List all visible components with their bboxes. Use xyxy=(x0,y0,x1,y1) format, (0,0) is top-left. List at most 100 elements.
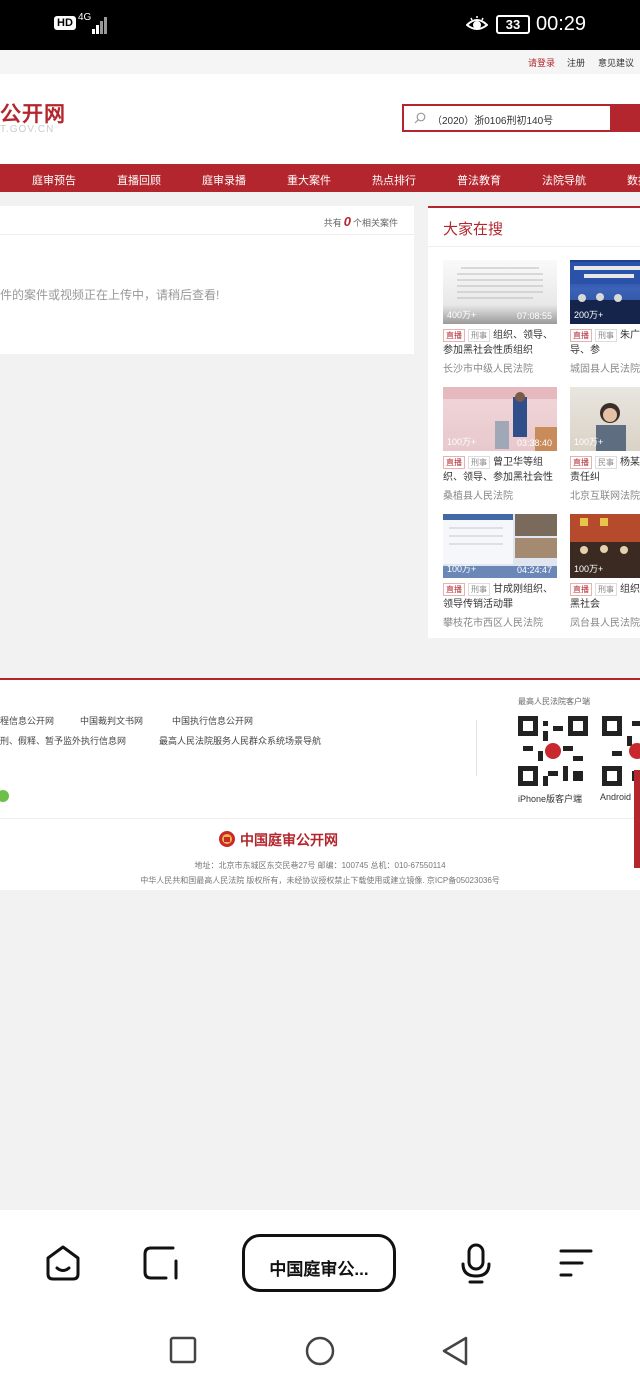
eye-comfort-icon xyxy=(466,16,488,30)
address-bar-title: 中国庭审公... xyxy=(269,1260,369,1279)
footer-link[interactable]: 中国裁判文书网 xyxy=(80,714,143,727)
card-meta: 直播刑事组织导、参加黑社会 xyxy=(570,582,640,612)
recent-apps-icon[interactable] xyxy=(169,1336,197,1364)
video-thumbnail[interactable]: 100万+ 03:38:40 xyxy=(443,387,557,451)
tabs-icon[interactable] xyxy=(142,1245,180,1281)
nav-item-live-review[interactable]: 直播回顾 xyxy=(117,172,161,188)
result-count-number: 0 xyxy=(343,214,351,229)
category-tag: 刑事 xyxy=(468,329,490,342)
main-nav: 庭审预告 直播回顾 庭审录播 重大案件 热点排行 普法教育 法院导航 数据 xyxy=(0,164,640,192)
browser-toolbar: 中国庭审公... xyxy=(0,1210,640,1314)
nav-item-legal-education[interactable]: 普法教育 xyxy=(457,172,501,188)
card-meta: 直播 刑事 甘成刚组织、领导传销活动罪 xyxy=(443,582,557,612)
card-meta: 直播刑事朱广组织、领导、参 xyxy=(570,328,640,358)
search-input[interactable] xyxy=(432,110,607,128)
court-name: 桑植县人民法院 xyxy=(443,491,513,502)
view-count: 400万+ xyxy=(447,310,477,320)
nav-item-trial-preview[interactable]: 庭审预告 xyxy=(32,172,76,188)
video-card[interactable]: 200万+ 直播刑事朱广组织、领导、参 城固县人民法院 xyxy=(570,260,640,385)
divider xyxy=(0,818,640,819)
iphone-client-label: iPhone版客户端 xyxy=(518,794,583,804)
video-thumbnail[interactable]: 400万+ 07:08:55 xyxy=(443,260,557,324)
top-links: 请登录 注册 意见建议 xyxy=(0,50,640,74)
search-icon xyxy=(414,112,426,124)
divider xyxy=(0,234,414,235)
court-name: 城固县人民法院 xyxy=(570,364,640,375)
wechat-icon[interactable] xyxy=(0,788,10,804)
live-tag: 直播 xyxy=(443,456,465,469)
signal-icon xyxy=(92,14,110,34)
national-emblem-icon xyxy=(219,831,235,847)
network-indicator: 4G xyxy=(78,12,92,23)
site-footer: 程信息公开网 中国裁判文书网 中国执行信息公开网 刑、假释、暂予监外执行信息网 … xyxy=(0,678,640,890)
android-client-label: Android xyxy=(600,792,632,802)
home-icon[interactable] xyxy=(44,1244,82,1282)
login-link[interactable]: 请登录 xyxy=(528,56,555,69)
site-logo-domain: T.GOV.CN xyxy=(0,124,55,135)
video-card[interactable]: 400万+ 07:08:55 直播 刑事 组织、领导、参加黑社会性质组织 长沙市中级… xyxy=(443,260,557,385)
duration: 04:24:47 xyxy=(516,565,552,575)
video-thumbnail[interactable]: 100万+ xyxy=(570,514,640,578)
video-card[interactable]: 100万+ 03:38:40 直播 刑事 曾卫华等组织、领导、参加黑社会性 桑植县人… xyxy=(443,387,557,512)
video-card[interactable]: 100万+ 04:24:47 直播 刑事 甘成刚组织、领导传销活动罪 攀枝花市西区人… xyxy=(443,514,557,639)
court-name: 长沙市中级人民法院 xyxy=(443,364,533,375)
microphone-icon[interactable] xyxy=(458,1242,494,1284)
search-result-panel: 共有 0 个相关案件 件的案件或视频正在上传中，请稍后查看! xyxy=(0,206,414,354)
footer-link[interactable]: 最高人民法院服务人民群众系统场景导航 xyxy=(159,734,321,747)
live-tag: 直播 xyxy=(443,329,465,342)
footer-link[interactable]: 刑、假释、暂予监外执行信息网 xyxy=(0,734,126,747)
nav-item-data[interactable]: 数据 xyxy=(627,172,640,188)
nav-item-hot-ranking[interactable]: 热点排行 xyxy=(372,172,416,188)
live-tag: 直播 xyxy=(570,583,592,596)
qr-title: 最高人民法院客户端 xyxy=(518,697,590,706)
footer-address: 地址：北京市东城区东交民巷27号 邮编：100745 总机：010-675501… xyxy=(194,861,446,870)
clock: 00:29 xyxy=(536,13,587,35)
card-meta: 直播民事杨某网络侵权责任纠 xyxy=(570,455,640,485)
search-box[interactable] xyxy=(402,104,612,132)
empty-message: 件的案件或视频正在上传中，请稍后查看! xyxy=(0,288,220,302)
category-tag: 刑事 xyxy=(595,329,617,342)
status-bar: HD 4G 33 00:29 xyxy=(0,0,640,50)
court-name: 攀枝花市西区人民法院 xyxy=(443,618,543,629)
live-tag: 直播 xyxy=(570,456,592,469)
live-tag: 直播 xyxy=(443,583,465,596)
iphone-qr-code[interactable] xyxy=(518,716,588,786)
search-button[interactable] xyxy=(612,104,640,132)
category-tag: 民事 xyxy=(595,456,617,469)
nav-item-court-navigation[interactable]: 法院导航 xyxy=(542,172,586,188)
court-name: 北京互联网法院 xyxy=(570,491,640,502)
home-circle-icon[interactable] xyxy=(304,1335,336,1367)
view-count: 100万+ xyxy=(574,564,604,574)
result-count: 共有 0 个相关案件 xyxy=(323,214,398,229)
live-tag: 直播 xyxy=(570,329,592,342)
back-icon[interactable] xyxy=(440,1335,470,1367)
view-count: 100万+ xyxy=(447,564,477,574)
popular-title: 大家在搜 xyxy=(443,221,504,238)
view-count: 100万+ xyxy=(447,437,477,447)
menu-icon[interactable] xyxy=(558,1247,594,1279)
video-thumbnail[interactable]: 200万+ xyxy=(570,260,640,324)
view-count: 100万+ xyxy=(574,437,604,447)
battery-icon: 33 xyxy=(496,15,530,34)
floating-side-tab[interactable] xyxy=(634,770,640,868)
divider xyxy=(476,720,477,776)
video-thumbnail[interactable]: 100万+ 04:24:47 xyxy=(443,514,557,578)
popular-searches-panel: 大家在搜 400万+ 07:08:55 直播 刑事 组织、领导、参加黑社会性质组织 … xyxy=(428,206,640,638)
category-tag: 刑事 xyxy=(595,583,617,596)
nav-item-major-cases[interactable]: 重大案件 xyxy=(287,172,331,188)
category-tag: 刑事 xyxy=(468,456,490,469)
footer-link[interactable]: 中国执行信息公开网 xyxy=(172,714,253,727)
nav-item-trial-recording[interactable]: 庭审录播 xyxy=(202,172,246,188)
video-card[interactable]: 100万+ 直播民事杨某网络侵权责任纠 北京互联网法院 xyxy=(570,387,640,512)
view-count: 200万+ xyxy=(574,310,604,320)
feedback-link[interactable]: 意见建议 xyxy=(598,56,634,69)
duration: 03:38:40 xyxy=(516,438,552,448)
court-name: 凤台县人民法院 xyxy=(570,618,640,629)
address-bar[interactable]: 中国庭审公... xyxy=(242,1234,396,1292)
system-navigation-bar xyxy=(0,1314,640,1386)
video-card[interactable]: 100万+ 直播刑事组织导、参加黑社会 凤台县人民法院 xyxy=(570,514,640,639)
video-thumbnail[interactable]: 100万+ xyxy=(570,387,640,451)
duration: 07:08:55 xyxy=(516,311,552,321)
footer-link[interactable]: 程信息公开网 xyxy=(0,714,54,727)
register-link[interactable]: 注册 xyxy=(567,56,585,69)
